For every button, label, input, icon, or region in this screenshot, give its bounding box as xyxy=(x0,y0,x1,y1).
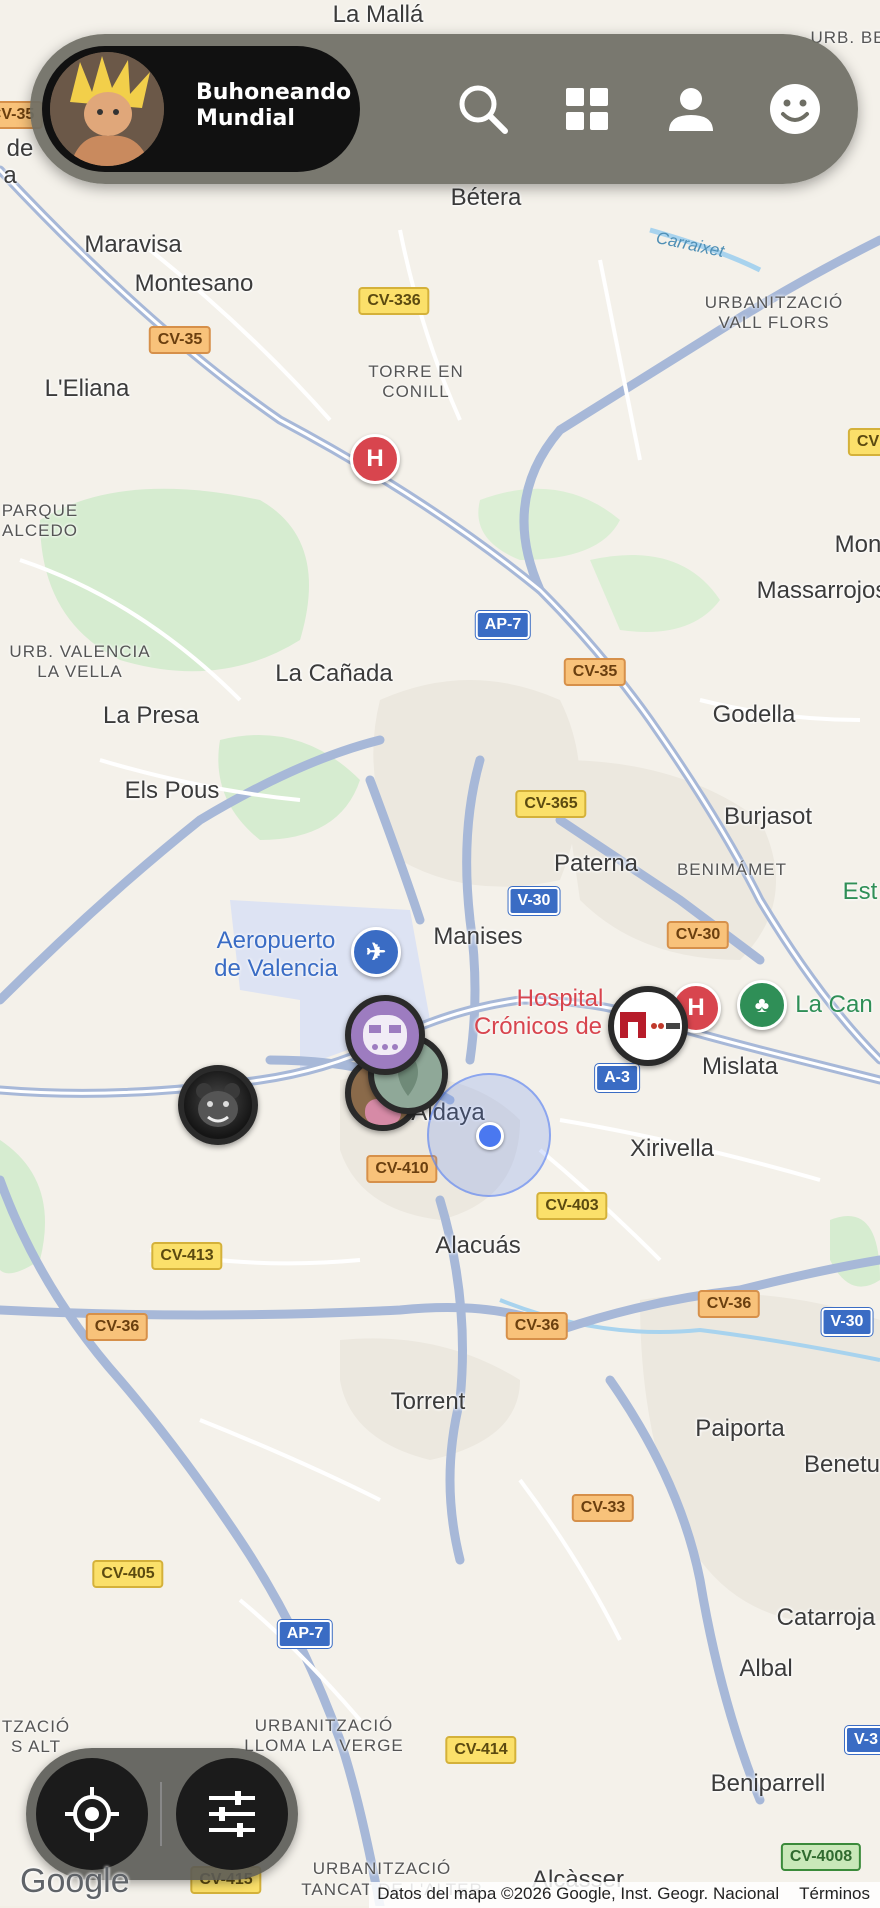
google-logo: Google xyxy=(20,1862,130,1900)
town-label: Benetu xyxy=(803,1451,880,1478)
profile-button[interactable] xyxy=(658,76,724,142)
road-shield: CV-405 xyxy=(92,1560,164,1588)
road-shield: V-30 xyxy=(508,887,560,915)
town-label: La Cañada xyxy=(275,660,393,687)
road-shield: CV-410 xyxy=(366,1155,438,1183)
town-label: Mon xyxy=(834,531,880,558)
town-label: Els Pous xyxy=(124,777,220,804)
smiley-icon xyxy=(770,84,820,134)
store-avatar-icon xyxy=(620,1012,680,1038)
area-label: TZACIÓ S ALT xyxy=(1,1717,71,1756)
town-label: Godella xyxy=(712,701,796,728)
town-label: Mislata xyxy=(701,1053,779,1080)
park-label[interactable]: La Can xyxy=(795,991,872,1019)
search-icon xyxy=(459,85,508,134)
road-shield: AP-7 xyxy=(277,1620,333,1648)
town-label: L'Eliana xyxy=(44,375,130,402)
town-label: Alacuás xyxy=(435,1232,521,1259)
airplane-icon[interactable]: ✈ xyxy=(351,927,401,977)
town-label: La Mallá xyxy=(332,1,424,28)
area-label: URB. VALENCIA LA VELLA xyxy=(9,642,151,681)
area-label: PARQUE ALCEDO xyxy=(1,501,79,540)
town-label: Paterna xyxy=(553,850,639,877)
road-shield: CV-35 xyxy=(563,658,627,686)
filters-button[interactable] xyxy=(176,1758,288,1870)
person-icon xyxy=(669,88,713,131)
user-marker-bear[interactable] xyxy=(178,1065,258,1145)
town-label: Beniparrell xyxy=(710,1770,826,1797)
map-canvas[interactable]: La Mallá Bétera Maravisa Montesano L'Eli… xyxy=(0,0,880,1906)
road-shield: AP-7 xyxy=(475,611,531,639)
road-shield: CV-36 xyxy=(697,1290,761,1318)
top-bar: Buhoneando Mundial xyxy=(30,34,858,184)
road-shield: CV-36 xyxy=(85,1313,149,1341)
road-shield: CV-30 xyxy=(666,921,730,949)
town-label: Torrent xyxy=(390,1388,466,1415)
park-tree-icon[interactable]: ♣ xyxy=(737,980,787,1030)
area-label: URBANITZACIÓ LLOMA LA VERGE xyxy=(244,1716,404,1755)
road-shield: CV-33 xyxy=(571,1494,635,1522)
map-base xyxy=(0,0,880,1906)
user-marker-store[interactable] xyxy=(608,986,688,1066)
park-label[interactable]: Est xyxy=(843,878,878,906)
brand-pill[interactable]: Buhoneando Mundial xyxy=(42,46,360,172)
avatar-image xyxy=(50,52,164,166)
bear-avatar-icon xyxy=(196,1083,240,1127)
road-shield: CV-413 xyxy=(151,1242,223,1270)
search-button[interactable] xyxy=(450,76,516,142)
brand-name-line1: Buhoneando xyxy=(196,80,352,105)
grid-icon xyxy=(566,88,608,130)
town-label: Paiporta xyxy=(695,1415,785,1442)
emoji-button[interactable] xyxy=(762,76,828,142)
bottom-controls xyxy=(26,1748,298,1880)
town-label: a xyxy=(3,162,17,189)
town-label: La Presa xyxy=(102,702,200,729)
user-marker-purple[interactable] xyxy=(345,995,425,1075)
road-shield: CV-336 xyxy=(358,287,430,315)
brand-avatar[interactable] xyxy=(50,52,164,166)
road-shield: CV-414 xyxy=(445,1736,517,1764)
town-label: Catarroja xyxy=(776,1604,876,1631)
town-label: Xirivella xyxy=(629,1135,715,1162)
brand-name: Buhoneando Mundial xyxy=(196,80,356,132)
road-shield: A-3 xyxy=(595,1064,639,1092)
road-shield: CV-365 xyxy=(515,790,587,818)
town-label: Bétera xyxy=(450,184,522,211)
locate-button[interactable] xyxy=(36,1758,148,1870)
area-label: BENIMÁMET xyxy=(676,860,788,879)
airport-label[interactable]: Aeropuerto de Valencia xyxy=(214,927,338,983)
town-label: de xyxy=(6,135,34,162)
road-shield: CV-35 xyxy=(148,326,212,354)
area-label: URBANITZACIÓ VALL FLORS xyxy=(704,293,844,332)
controls-divider xyxy=(160,1782,162,1846)
area-label: TORRE EN CONILL xyxy=(368,362,464,401)
sliders-icon xyxy=(209,1791,255,1837)
town-label: Maravisa xyxy=(84,231,182,258)
road-shield: CV xyxy=(847,428,880,456)
town-label: Massarrojos xyxy=(756,577,880,604)
hospital-icon[interactable]: H xyxy=(350,434,400,484)
brand-name-line2: Mundial xyxy=(196,106,295,131)
town-label: Manises xyxy=(433,923,523,950)
crosshair-icon xyxy=(65,1787,119,1841)
town-label: Albal xyxy=(739,1655,793,1682)
attribution-text: Datos del mapa ©2026 Google, Inst. Geogr… xyxy=(377,1884,780,1903)
town-label: Montesano xyxy=(134,270,254,297)
road-shield: CV-403 xyxy=(536,1192,608,1220)
map-attribution: Datos del mapa ©2026 Google, Inst. Geogr… xyxy=(369,1882,880,1908)
ghost-avatar-icon xyxy=(363,1015,407,1055)
town-label: Burjasot xyxy=(723,803,813,830)
road-shield: V-3 xyxy=(844,1726,880,1754)
road-shield: V-30 xyxy=(821,1308,873,1336)
road-shield: CV-4008 xyxy=(780,1843,862,1871)
terms-link[interactable]: Términos xyxy=(799,1884,870,1903)
grid-button[interactable] xyxy=(554,76,620,142)
area-label: URBANITZACIÓ xyxy=(312,1859,452,1878)
road-shield: CV-36 xyxy=(505,1312,569,1340)
user-location-dot xyxy=(476,1122,504,1150)
